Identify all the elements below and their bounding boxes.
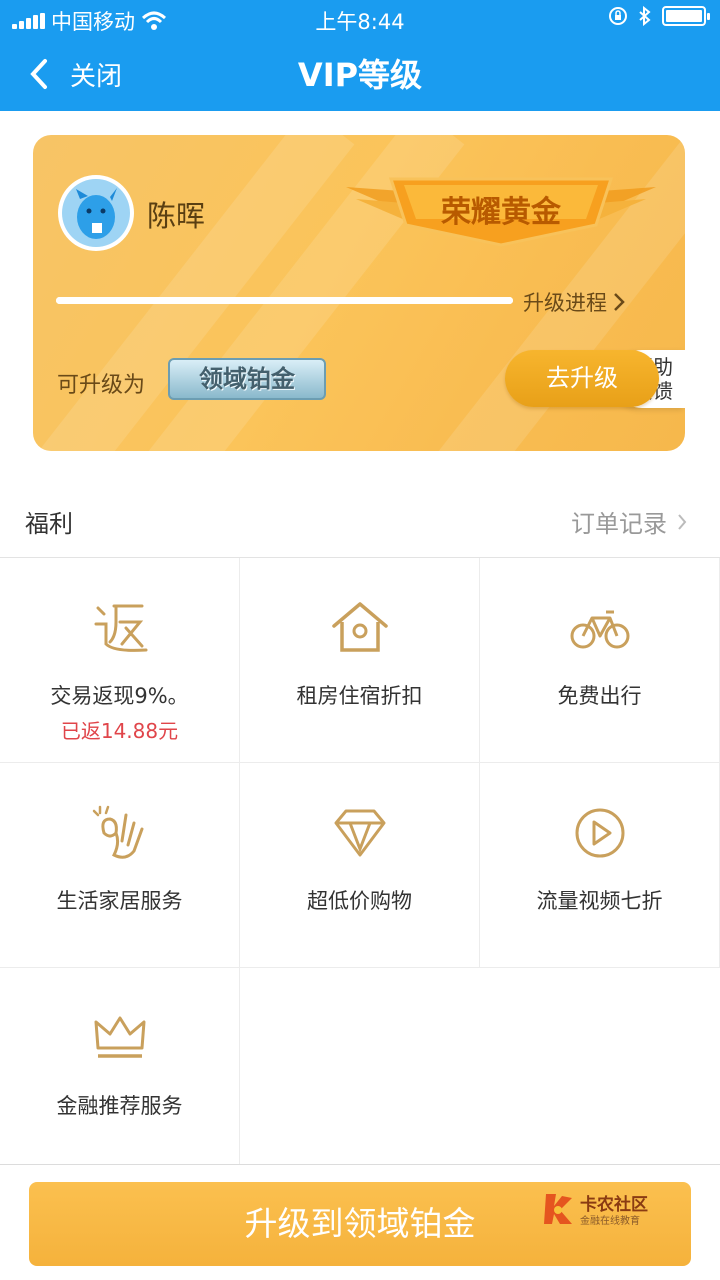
benefit-home-services[interactable]: 生活家居服务: [0, 763, 240, 968]
avatar[interactable]: [58, 175, 134, 251]
level-progress-fill: [56, 297, 513, 304]
next-level-badge: 领域铂金: [168, 358, 326, 400]
diamond-icon: [334, 809, 386, 857]
chevron-right-icon: [614, 293, 625, 311]
close-label: 关闭: [70, 61, 123, 92]
benefit-label: 免费出行: [557, 684, 642, 708]
nav-bar: 关闭 VIP等级: [0, 36, 720, 111]
top-bar: 中国移动 上午8:44 关闭 VIP等级: [0, 0, 720, 111]
watermark: 卡农社区 金融在线教育: [540, 1190, 670, 1230]
benefit-shopping[interactable]: 超低价购物: [240, 763, 480, 968]
status-bar: 中国移动 上午8:44: [0, 0, 720, 36]
level-progress-bar: [56, 297, 513, 304]
orientation-lock-icon: [609, 7, 627, 25]
benefit-label: 租房住宿折扣: [296, 684, 423, 708]
level-badge-text: 荣耀黄金: [441, 195, 561, 230]
benefit-label: 超低价购物: [307, 889, 412, 913]
bluetooth-icon: [639, 6, 651, 26]
order-records-label: 订单记录: [571, 510, 667, 538]
upgrade-progress-label: 升级进程: [523, 291, 607, 315]
benefits-header: 福利 订单记录: [0, 480, 720, 558]
bicycle-icon: [570, 610, 630, 649]
fan-char-icon: [94, 604, 148, 652]
play-icon: [575, 808, 625, 858]
chevron-right-icon: [678, 513, 687, 530]
benefit-label: 金融推荐服务: [56, 1094, 183, 1118]
benefit-label: 生活家居服务: [56, 889, 183, 913]
back-button[interactable]: 关闭: [30, 52, 150, 96]
cashback-amount: 已返14.88元: [60, 719, 179, 743]
upgrade-to-label: 可升级为: [57, 373, 146, 398]
crown-icon: [94, 1016, 146, 1058]
kanong-logo: [544, 1194, 572, 1224]
go-upgrade-button[interactable]: 去升级: [505, 350, 659, 407]
divider: [0, 1164, 720, 1165]
level-badge: 荣耀黄金: [346, 175, 656, 247]
house-icon: [332, 602, 388, 652]
benefit-housing[interactable]: 租房住宿折扣: [240, 558, 480, 763]
benefits-title: 福利: [25, 510, 73, 538]
status-right: [608, 6, 710, 26]
benefit-travel[interactable]: 免费出行: [480, 558, 720, 763]
vip-level-page: 中国移动 上午8:44 关闭 VIP等级 陈晖 荣耀黄金 升级进程 可升级为 领…: [0, 0, 720, 1280]
username: 陈晖: [147, 199, 206, 233]
benefit-video[interactable]: 流量视频七折: [480, 763, 720, 968]
vip-card: 陈晖 荣耀黄金 帮助 反馈 升级进程 可升级为 领域: [33, 135, 685, 451]
chevron-left-icon: [30, 59, 47, 89]
benefit-cashback[interactable]: 交易返现9%。 已返14.88元: [0, 558, 240, 763]
upgrade-progress-link[interactable]: 升级进程: [523, 287, 625, 317]
ok-hand-icon: [92, 805, 144, 859]
watermark-subtitle: 金融在线教育: [580, 1216, 640, 1227]
order-records-link[interactable]: 订单记录: [571, 504, 687, 539]
benefit-label: 流量视频七折: [536, 889, 663, 913]
mascot-icon: [76, 188, 117, 239]
benefit-finance[interactable]: 金融推荐服务: [0, 968, 240, 1164]
battery-icon: [662, 6, 710, 26]
benefit-label: 交易返现9%。: [50, 684, 189, 708]
